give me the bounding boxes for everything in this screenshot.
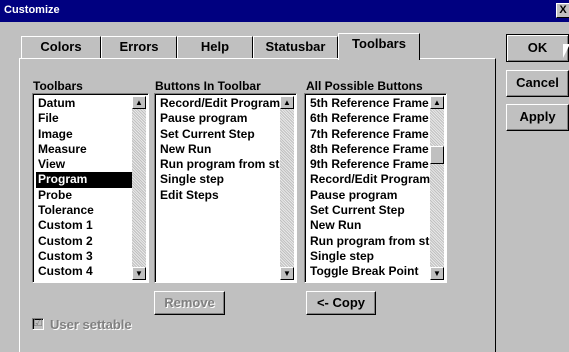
- scroll-up-arrow-icon[interactable]: ▲: [132, 96, 146, 109]
- list-item[interactable]: 7th Reference Frame: [308, 127, 430, 142]
- tab-toolbars[interactable]: Toolbars: [338, 33, 420, 60]
- buttons-in-toolbar-scrollbar[interactable]: ▲ ▼: [280, 96, 294, 280]
- list-item[interactable]: Image: [36, 127, 132, 142]
- cancel-button[interactable]: Cancel: [506, 70, 569, 97]
- list-item[interactable]: Custom 3: [36, 249, 132, 264]
- window-title: Customize: [4, 4, 60, 16]
- list-item[interactable]: Datum: [36, 96, 132, 111]
- list-item[interactable]: 5th Reference Frame: [308, 96, 430, 111]
- list-item[interactable]: 6th Reference Frame: [308, 111, 430, 126]
- tab-help[interactable]: Help: [177, 36, 253, 58]
- list-item[interactable]: Record/Edit Program: [158, 96, 280, 111]
- all-possible-buttons-listbox[interactable]: 5th Reference Frame 6th Reference Frame 7t…: [304, 93, 447, 283]
- list-item[interactable]: File: [36, 111, 132, 126]
- list-item[interactable]: Record/Edit Program: [308, 172, 430, 187]
- list-item[interactable]: New Run: [158, 142, 280, 157]
- buttons-in-toolbar-heading: Buttons In Toolbar: [155, 79, 261, 93]
- ok-button[interactable]: OK: [506, 34, 569, 62]
- toolbars-list: Datum File Image Measure View Program Probe Tol…: [36, 96, 132, 280]
- buttons-in-toolbar-listbox[interactable]: Record/Edit Program Pause program Set Curr…: [154, 93, 297, 283]
- title-bar: Customize X: [0, 0, 569, 22]
- list-item[interactable]: New Run: [308, 218, 430, 233]
- list-item[interactable]: Custom 1: [36, 218, 132, 233]
- list-item[interactable]: Program: [36, 172, 132, 188]
- checkmark-icon: ☑: [33, 317, 43, 329]
- list-item[interactable]: View: [36, 157, 132, 172]
- list-item[interactable]: Custom 2: [36, 234, 132, 249]
- close-icon[interactable]: X: [556, 3, 569, 18]
- list-item[interactable]: Pause program: [158, 111, 280, 126]
- scroll-thumb[interactable]: [430, 146, 444, 164]
- list-item[interactable]: Toggle Break Point: [308, 264, 430, 279]
- scroll-down-arrow-icon[interactable]: ▼: [280, 267, 294, 280]
- user-settable-checkbox[interactable]: ☑: [32, 317, 44, 330]
- list-item[interactable]: Pause program: [308, 188, 430, 203]
- list-item[interactable]: Single step: [308, 249, 430, 264]
- toolbars-listbox[interactable]: Datum File Image Measure View Program Probe Tol…: [32, 93, 149, 283]
- all-possible-buttons-scrollbar[interactable]: ▲ ▼: [430, 96, 444, 280]
- list-item[interactable]: Set Current Step: [158, 127, 280, 142]
- user-settable-label: User settable: [50, 317, 132, 332]
- copy-button[interactable]: <- Copy: [306, 291, 376, 315]
- mouse-cursor-icon: [563, 44, 569, 58]
- all-possible-buttons-heading: All Possible Buttons: [306, 79, 423, 93]
- list-item[interactable]: Single step: [158, 172, 280, 187]
- scroll-up-arrow-icon[interactable]: ▲: [430, 96, 444, 109]
- buttons-in-toolbar-list: Record/Edit Program Pause program Set Curr…: [158, 96, 280, 203]
- toolbars-scrollbar[interactable]: ▲ ▼: [132, 96, 146, 280]
- apply-button[interactable]: Apply: [506, 104, 569, 131]
- scroll-up-arrow-icon[interactable]: ▲: [280, 96, 294, 109]
- toolbars-heading: Toolbars: [33, 79, 83, 93]
- remove-button[interactable]: Remove: [154, 291, 225, 315]
- tab-errors[interactable]: Errors: [101, 36, 177, 58]
- scroll-down-arrow-icon[interactable]: ▼: [430, 267, 444, 280]
- list-item[interactable]: Measure: [36, 142, 132, 157]
- list-item[interactable]: Run program from st: [308, 234, 430, 249]
- list-item[interactable]: Set Current Step: [308, 203, 430, 218]
- scroll-down-arrow-icon[interactable]: ▼: [132, 267, 146, 280]
- list-item[interactable]: Tolerance: [36, 203, 132, 218]
- tab-statusbar[interactable]: Statusbar: [253, 36, 338, 58]
- list-item[interactable]: Run program from st: [158, 157, 280, 172]
- list-item[interactable]: 8th Reference Frame: [308, 142, 430, 157]
- list-item[interactable]: 9th Reference Frame: [308, 157, 430, 172]
- all-possible-buttons-list: 5th Reference Frame 6th Reference Frame 7t…: [308, 96, 430, 280]
- tab-colors[interactable]: Colors: [21, 36, 101, 58]
- list-item[interactable]: Custom 4: [36, 264, 132, 279]
- list-item[interactable]: Probe: [36, 188, 132, 203]
- list-item[interactable]: Edit Steps: [158, 188, 280, 203]
